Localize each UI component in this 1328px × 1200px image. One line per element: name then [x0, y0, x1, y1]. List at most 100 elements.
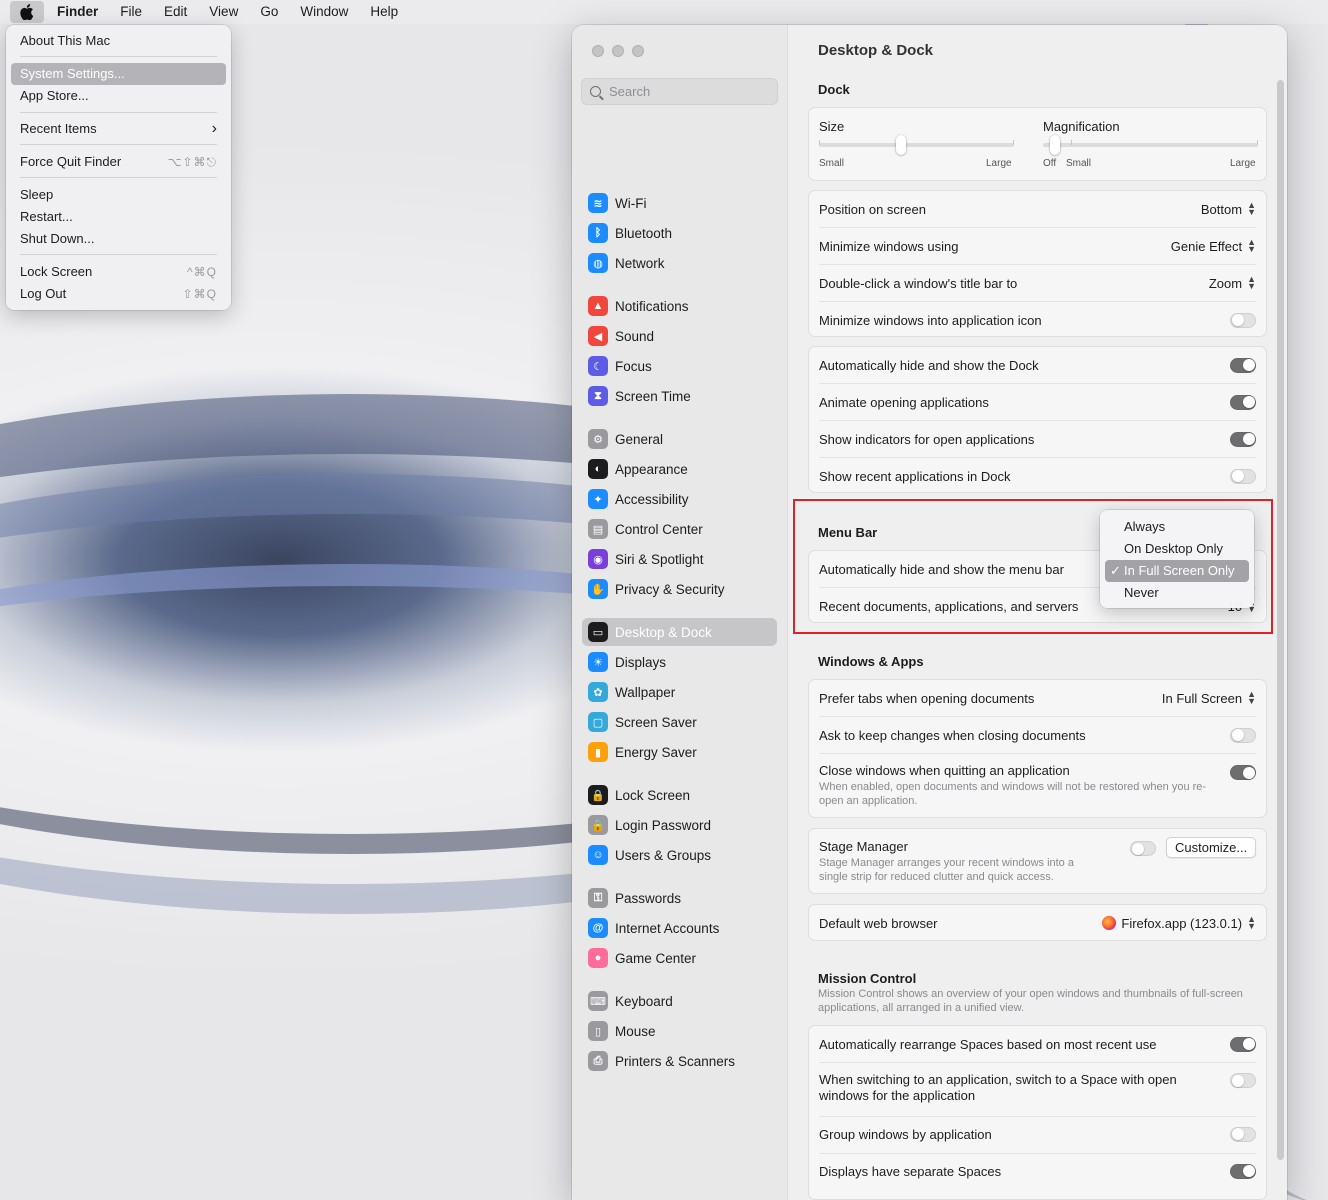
sidebar-item-keyboard[interactable]: ⌨ Keyboard: [582, 987, 777, 1015]
sidebar-item-appearance[interactable]: ◐ Appearance: [582, 455, 777, 483]
close-windows-toggle[interactable]: [1230, 765, 1256, 780]
dropdown-option-always[interactable]: Always: [1105, 516, 1249, 538]
stage-manager-toggle[interactable]: [1130, 841, 1156, 856]
users-icon: ☺: [588, 845, 608, 865]
sidebar-item-sound[interactable]: ◀ Sound: [582, 322, 777, 350]
default-browser-popup[interactable]: Firefox.app (123.0.1) ▲ ▼: [1102, 914, 1256, 931]
sidebar-item-wallpaper[interactable]: ✿ Wallpaper: [582, 678, 777, 706]
menu-item-sleep[interactable]: Sleep: [11, 184, 226, 206]
updown-chevron-icon: ▲▼: [1247, 914, 1256, 931]
menu-item-shut-down[interactable]: Shut Down...: [11, 228, 226, 250]
double-click-popup[interactable]: Zoom ▲ ▼: [1209, 274, 1256, 291]
ask-keep-toggle[interactable]: [1230, 727, 1256, 743]
sidebar-item-mouse[interactable]: ▯ Mouse: [582, 1017, 777, 1045]
dropdown-option-desktop-only[interactable]: On Desktop Only: [1105, 538, 1249, 560]
sidebar-item-general[interactable]: ⚙ General: [582, 425, 777, 453]
menu-item-log-out[interactable]: Log Out ⇧⌘Q: [11, 283, 226, 305]
menu-file[interactable]: File: [109, 1, 153, 23]
search-input[interactable]: Search: [581, 78, 778, 105]
menu-help[interactable]: Help: [359, 1, 409, 23]
animate-toggle[interactable]: [1230, 394, 1256, 410]
menu-edit[interactable]: Edit: [153, 1, 198, 23]
zoom-button[interactable]: [632, 45, 644, 57]
sidebar-item-label: Game Center: [615, 950, 697, 966]
menubar-autohide-dropdown: Always On Desktop Only ✓ In Full Screen O…: [1100, 510, 1254, 608]
close-windows-description: When enabled, open documents and windows…: [819, 781, 1207, 807]
sidebar-item-control-center[interactable]: ▤ Control Center: [582, 515, 777, 543]
menu-item-system-settings[interactable]: System Settings...: [11, 63, 226, 85]
dock-toggles-group: Automatically hide and show the Dock Ani…: [808, 346, 1267, 493]
minimize-into-icon-toggle[interactable]: [1230, 312, 1256, 328]
dropdown-option-never[interactable]: Never: [1105, 582, 1249, 604]
sidebar-item-displays[interactable]: ☀ Displays: [582, 648, 777, 676]
scrollbar[interactable]: [1277, 80, 1284, 1160]
menu-item-about[interactable]: About This Mac: [11, 30, 226, 52]
size-large-label: Large: [986, 158, 1012, 169]
sidebar-item-network[interactable]: ◍ Network: [582, 249, 777, 277]
sidebar-item-notifications[interactable]: ▲ Notifications: [582, 292, 777, 320]
recent-apps-label: Show recent applications in Dock: [819, 468, 1011, 484]
rearrange-spaces-toggle[interactable]: [1230, 1036, 1256, 1052]
magnification-slider[interactable]: [1043, 143, 1258, 147]
sidebar-item-game-center[interactable]: ● Game Center: [582, 944, 777, 972]
group-windows-row: Group windows by application: [819, 1124, 1256, 1144]
chevron-right-icon: ›: [211, 120, 217, 137]
indicators-toggle[interactable]: [1230, 431, 1256, 447]
browser-group: Default web browser Firefox.app (123.0.1…: [808, 904, 1267, 941]
sidebar-item-wi-fi[interactable]: ≋ Wi-Fi: [582, 189, 777, 217]
sidebar-item-internet-accounts[interactable]: @ Internet Accounts: [582, 914, 777, 942]
minimize-row: Minimize windows using Genie Effect ▲ ▼: [819, 236, 1256, 256]
close-button[interactable]: [592, 45, 604, 57]
magnification-slider-knob[interactable]: [1050, 135, 1060, 155]
lock-icon: 🔒: [588, 815, 608, 835]
sidebar-item-bluetooth[interactable]: ᛒ Bluetooth: [582, 219, 777, 247]
size-tick: [1013, 140, 1014, 145]
minimize-button[interactable]: [612, 45, 624, 57]
appearance-icon: ◐: [588, 459, 608, 479]
separate-spaces-toggle[interactable]: [1230, 1163, 1256, 1179]
sidebar-item-accessibility[interactable]: ✦ Accessibility: [582, 485, 777, 513]
sidebar-item-printers-scanners[interactable]: ⎙ Printers & Scanners: [582, 1047, 777, 1075]
sidebar-item-siri-spotlight[interactable]: ◉ Siri & Spotlight: [582, 545, 777, 573]
magnification-label: Magnification: [1043, 119, 1120, 134]
prefer-tabs-popup[interactable]: In Full Screen ▲ ▼: [1162, 690, 1256, 706]
sidebar-item-focus[interactable]: ☾ Focus: [582, 352, 777, 380]
screensaver-icon: ▢: [588, 712, 608, 732]
recent-apps-toggle[interactable]: [1230, 468, 1256, 484]
apple-menu-icon[interactable]: [10, 1, 44, 23]
sidebar-item-lock-screen[interactable]: 🔒 Lock Screen: [582, 781, 777, 809]
size-slider-knob[interactable]: [895, 135, 906, 155]
updown-chevron-icon: ▲▼: [1247, 274, 1256, 291]
sidebar-item-screen-saver[interactable]: ▢ Screen Saver: [582, 708, 777, 736]
sidebar-item-label: Screen Time: [615, 388, 691, 404]
dropdown-option-fullscreen-only[interactable]: ✓ In Full Screen Only: [1105, 560, 1249, 582]
globe-icon: ◍: [588, 253, 608, 273]
menu-item-restart[interactable]: Restart...: [11, 206, 226, 228]
group-windows-toggle[interactable]: [1230, 1126, 1256, 1142]
gear-icon: ⚙: [588, 429, 608, 449]
menu-item-recent-items[interactable]: Recent Items ›: [11, 118, 226, 140]
customize-button[interactable]: Customize...: [1166, 837, 1257, 858]
menu-go[interactable]: Go: [249, 1, 289, 23]
sidebar-item-passwords[interactable]: ⚿ Passwords: [582, 884, 777, 912]
position-popup[interactable]: Bottom ▲ ▼: [1201, 201, 1256, 217]
sidebar-item-login-password[interactable]: 🔒 Login Password: [582, 811, 777, 839]
menu-item-app-store[interactable]: App Store...: [11, 85, 226, 107]
sidebar-item-users-groups[interactable]: ☺ Users & Groups: [582, 841, 777, 869]
sidebar-item-screen-time[interactable]: ⧗ Screen Time: [582, 382, 777, 410]
separate-spaces-label: Displays have separate Spaces: [819, 1163, 1002, 1179]
size-slider[interactable]: [819, 143, 1014, 147]
menu-app-finder[interactable]: Finder: [46, 1, 109, 23]
menu-view[interactable]: View: [198, 1, 249, 23]
switch-space-label: When switching to an application, switch…: [819, 1072, 1177, 1103]
sidebar-item-desktop-dock[interactable]: ▭ Desktop & Dock: [582, 618, 777, 646]
menu-item-force-quit[interactable]: Force Quit Finder ⌥⇧⌘⎋: [11, 151, 226, 173]
menu-item-lock-screen[interactable]: Lock Screen ^⌘Q: [11, 261, 226, 283]
sidebar-item-energy-saver[interactable]: ▮ Energy Saver: [582, 738, 777, 766]
sidebar-item-privacy-security[interactable]: ✋ Privacy & Security: [582, 575, 777, 603]
switch-space-toggle[interactable]: [1230, 1073, 1256, 1088]
minimize-popup[interactable]: Genie Effect ▲ ▼: [1171, 238, 1256, 254]
menu-window[interactable]: Window: [289, 1, 359, 23]
autohide-dock-toggle[interactable]: [1230, 357, 1256, 373]
key-icon: ⚿: [588, 888, 608, 908]
